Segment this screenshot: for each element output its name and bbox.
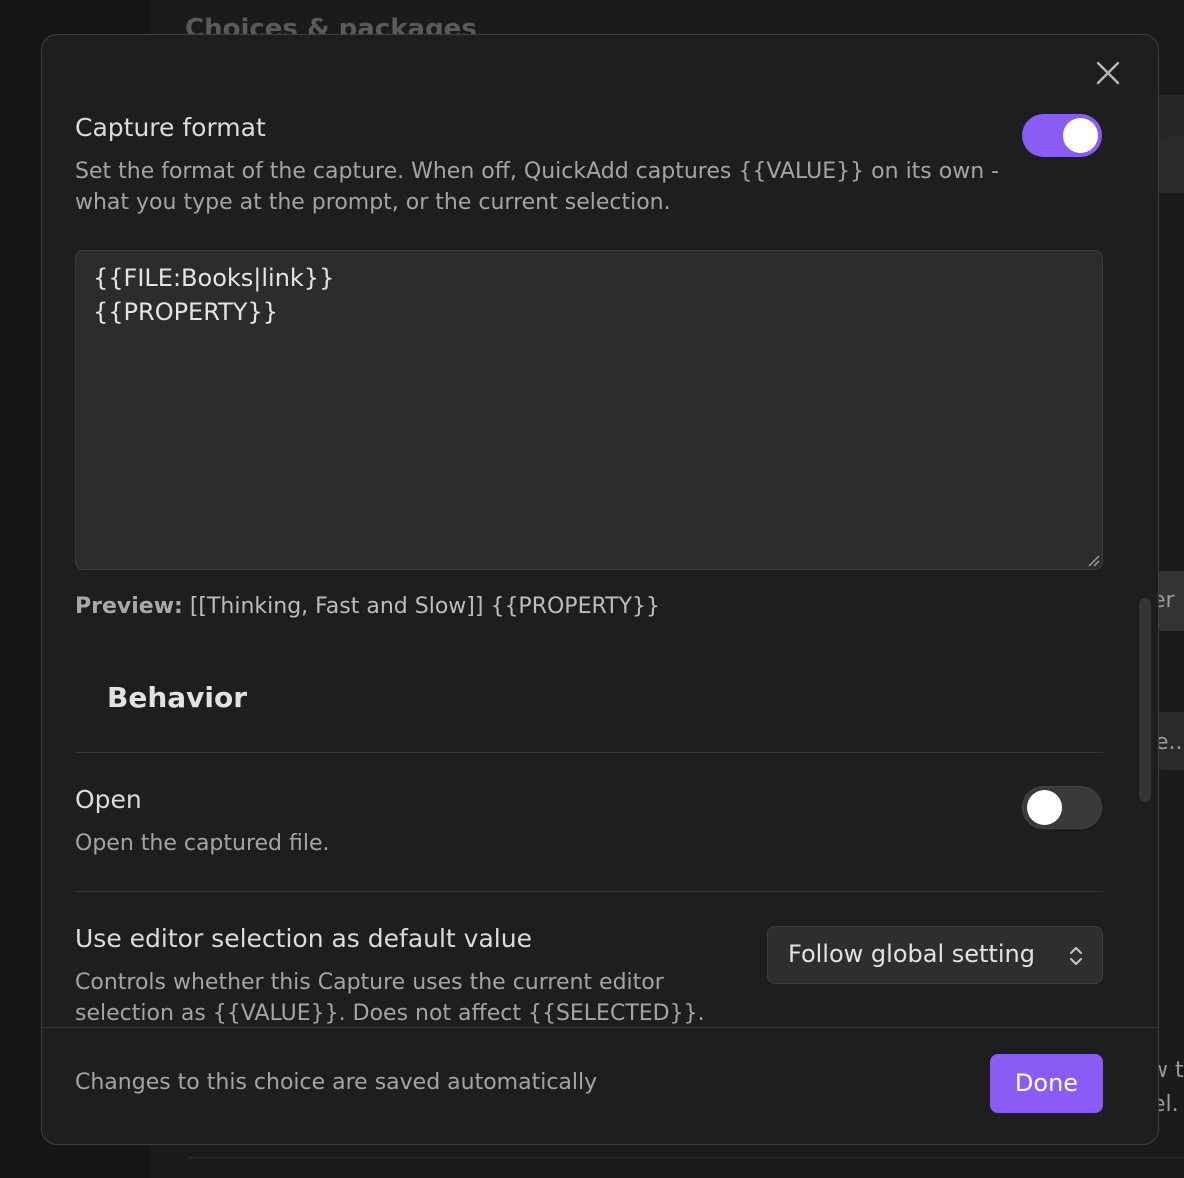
background-text-fragment: e... <box>1155 730 1184 755</box>
modal-scroll-content[interactable]: Capture format Set the format of the cap… <box>42 35 1158 1027</box>
behavior-section-heading: Behavior <box>107 681 248 714</box>
open-toggle[interactable] <box>1022 786 1102 829</box>
toggle-knob <box>1027 790 1062 825</box>
section-divider <box>75 752 1103 753</box>
preview-value: [[Thinking, Fast and Slow]] {{PROPERTY}} <box>182 594 661 619</box>
footer-divider <box>42 1027 1158 1028</box>
autosave-note: Changes to this choice are saved automat… <box>75 1070 598 1095</box>
open-setting-description: Open the captured file. <box>75 831 330 856</box>
setting-divider <box>75 891 1103 892</box>
dropdown-selected-value: Follow global setting <box>788 940 1035 968</box>
close-icon[interactable] <box>1094 59 1122 87</box>
editor-selection-setting-title: Use editor selection as default value <box>75 924 532 953</box>
capture-format-preview: Preview: [[Thinking, Fast and Slow]] {{P… <box>75 594 660 619</box>
editor-selection-setting-description: Controls whether this Capture uses the c… <box>75 970 705 1026</box>
scrollbar-thumb[interactable] <box>1139 598 1151 802</box>
capture-choice-modal: Capture format Set the format of the cap… <box>41 34 1159 1145</box>
capture-format-title: Capture format <box>75 113 266 142</box>
capture-format-description: Set the format of the capture. When off,… <box>75 159 1000 215</box>
chevron-up-down-icon <box>1070 947 1082 965</box>
background-divider <box>188 1157 1184 1158</box>
done-button[interactable]: Done <box>990 1054 1103 1113</box>
capture-format-textarea[interactable]: {{FILE:Books|link}} {{PROPERTY}} <box>75 250 1103 570</box>
resize-grip-icon[interactable] <box>1086 553 1100 567</box>
editor-selection-dropdown[interactable]: Follow global setting <box>767 926 1103 984</box>
open-setting-title: Open <box>75 785 142 814</box>
background-row <box>1156 95 1184 137</box>
background-row <box>1156 137 1184 193</box>
capture-format-toggle[interactable] <box>1022 114 1102 157</box>
preview-label: Preview: <box>75 594 183 619</box>
toggle-knob <box>1063 118 1098 153</box>
